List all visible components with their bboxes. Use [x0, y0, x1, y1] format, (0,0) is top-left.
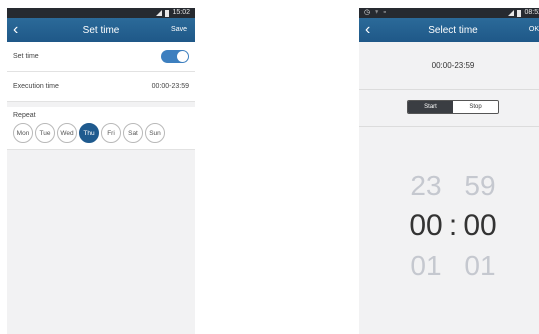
start-tab[interactable]: Start [408, 101, 453, 113]
set-time-screen: 15:02 ‹ Set time Save Set time Execution… [7, 8, 195, 334]
title-bar: ‹ Set time Save [7, 18, 195, 42]
image-icon: ▫ [383, 9, 386, 16]
signal-icon [156, 10, 163, 16]
usb-icon: ♆ [374, 9, 380, 16]
execution-time-row[interactable]: Execution time 00:00-23:59 [7, 72, 195, 102]
set-time-toggle[interactable] [161, 50, 189, 63]
minute-above[interactable]: 59 [458, 170, 502, 202]
select-time-screen: ◷ ♆ ▫ 08:52 ‹ Select time OK 00:00-23:59… [359, 8, 539, 334]
toggle-knob [177, 51, 188, 62]
minute-below[interactable]: 01 [458, 250, 502, 282]
hour-below[interactable]: 01 [404, 250, 448, 282]
set-time-label: Set time [13, 53, 39, 60]
hour-selected[interactable]: 00 [404, 209, 448, 243]
picker-row-above: 23 59 [359, 166, 539, 206]
day-fri[interactable]: Fri [101, 123, 121, 143]
status-time: 08:52 [524, 9, 539, 16]
repeat-label: Repeat [13, 112, 36, 119]
execution-time-label: Execution time [13, 83, 59, 90]
execution-time-value: 00:00-23:59 [151, 83, 189, 90]
day-mon[interactable]: Mon [13, 123, 33, 143]
status-bar: 15:02 [7, 8, 195, 18]
start-stop-segmented-control: Start Stop [407, 100, 499, 114]
minute-selected[interactable]: 00 [458, 209, 502, 243]
day-tue[interactable]: Tue [35, 123, 55, 143]
stop-tab[interactable]: Stop [453, 101, 498, 113]
set-time-row: Set time [7, 42, 195, 72]
battery-icon [165, 9, 170, 17]
battery-icon [517, 9, 522, 17]
signal-icon [508, 10, 515, 16]
page-title: Select time [428, 24, 478, 36]
day-sat[interactable]: Sat [123, 123, 143, 143]
repeat-section: Repeat Mon Tue Wed Thu Fri Sat Sun [7, 107, 195, 150]
day-thu[interactable]: Thu [79, 123, 99, 143]
picker-row-selected: 00 : 00 [359, 206, 539, 246]
time-range-display: 00:00-23:59 [359, 42, 539, 90]
day-sun[interactable]: Sun [145, 123, 165, 143]
time-separator: : [448, 209, 458, 242]
day-wed[interactable]: Wed [57, 123, 77, 143]
day-selector: Mon Tue Wed Thu Fri Sat Sun [13, 123, 189, 143]
status-bar: ◷ ♆ ▫ 08:52 [359, 8, 539, 18]
picker-row-below: 01 01 [359, 246, 539, 286]
hour-above[interactable]: 23 [404, 170, 448, 202]
save-button[interactable]: Save [171, 18, 187, 42]
time-picker[interactable]: 23 59 00 : 00 01 01 [359, 166, 539, 286]
ok-button[interactable]: OK [529, 18, 539, 42]
back-arrow-icon[interactable]: ‹ [365, 20, 370, 40]
divider [359, 126, 539, 127]
alarm-icon: ◷ [364, 9, 371, 16]
status-time: 15:02 [172, 9, 190, 16]
page-title: Set time [82, 24, 120, 36]
title-bar: ‹ Select time OK [359, 18, 539, 42]
back-arrow-icon[interactable]: ‹ [13, 20, 18, 40]
